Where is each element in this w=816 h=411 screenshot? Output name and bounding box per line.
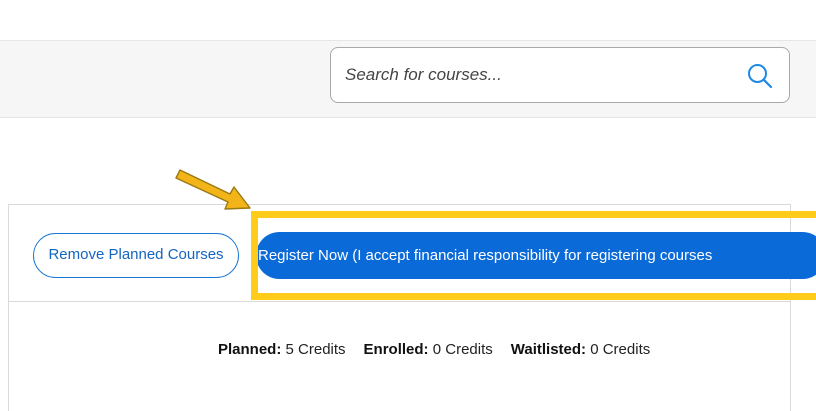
enrolled-value: 0 Credits [432,341,493,358]
remove-planned-courses-button[interactable]: Remove Planned Courses [33,233,239,278]
waitlisted-value: 0 Credits [590,341,651,358]
search-icon[interactable] [746,62,774,90]
search-box[interactable] [330,47,790,103]
panel-divider [8,301,791,302]
search-input[interactable] [345,48,725,102]
enrolled-credits: Enrolled: 0 Credits [364,341,493,358]
planned-credits: Planned: 5 Credits [218,341,346,358]
planned-value: 5 Credits [285,341,346,358]
register-now-button[interactable]: Register Now (I accept financial respons… [256,232,816,279]
waitlisted-credits: Waitlisted: 0 Credits [511,341,650,358]
planned-label: Planned: [218,341,282,358]
page: Remove Planned Courses Register Now (I a… [0,0,816,411]
search-bar-region [0,40,816,118]
enrolled-label: Enrolled: [363,341,429,358]
waitlisted-label: Waitlisted: [510,341,587,358]
pointer-arrow-icon [175,169,251,210]
credits-summary: Planned: 5 Credits Enrolled: 0 Credits Wai… [218,341,778,358]
top-strip [0,0,816,40]
